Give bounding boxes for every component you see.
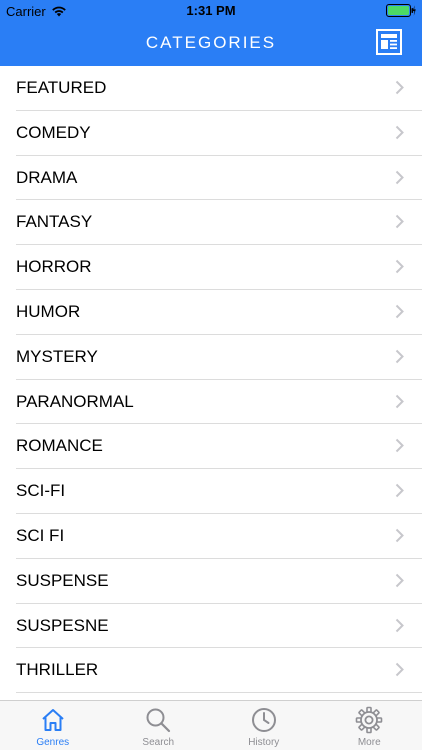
tab-history[interactable]: History (211, 701, 317, 750)
tab-more[interactable]: More (317, 701, 422, 750)
status-bar: Carrier 1:31 PM (0, 0, 422, 22)
chevron-right-icon (395, 304, 404, 319)
category-label: FANTASY (16, 212, 93, 232)
category-list: FEATURED COMEDY DRAMA FANTASY HORROR HUMOR MYS… (0, 66, 422, 700)
category-label: THRILLER (16, 660, 99, 680)
chevron-right-icon (395, 349, 404, 363)
category-label: ROMANCE (16, 436, 103, 456)
search-icon (146, 708, 171, 733)
category-row[interactable]: PARANORMAL (0, 380, 422, 425)
chevron-right-icon (395, 215, 404, 229)
category-row[interactable]: FEATURED (0, 66, 422, 111)
category-row[interactable]: THRILLER (0, 648, 422, 693)
chevron-right-icon (395, 170, 404, 184)
category-label: SCI-FI (16, 481, 66, 501)
category-row[interactable]: SCI-FI (0, 469, 422, 514)
clock-icon (251, 708, 276, 732)
category-row[interactable]: SCI FI (0, 514, 422, 559)
tab-label: Genres (36, 737, 70, 748)
category-row[interactable]: DRAMA (0, 156, 422, 201)
tab-label: History (248, 737, 280, 748)
page-title: CATEGORIES (145, 33, 277, 52)
chevron-right-icon (395, 439, 404, 453)
category-row[interactable]: ROMANCE (0, 424, 422, 469)
nav-bar: CATEGORIES (0, 22, 422, 66)
category-label: COMEDY (16, 122, 91, 142)
chevron-right-icon (395, 125, 404, 140)
status-right (386, 4, 416, 17)
chevron-right-icon (395, 483, 404, 498)
category-row[interactable]: HORROR (0, 245, 422, 290)
chevron-right-icon (395, 573, 404, 587)
tab-search[interactable]: Search (106, 701, 212, 750)
battery-icon (386, 4, 416, 17)
chevron-right-icon (395, 528, 404, 543)
chevron-right-icon (395, 259, 404, 274)
category-label: DRAMA (16, 167, 78, 187)
category-label: MYSTERY (16, 346, 98, 366)
tab-genres[interactable]: Genres (0, 701, 106, 750)
tab-bar: Genres Search History More (0, 700, 422, 750)
category-label: FEATURED (16, 78, 107, 97)
category-row[interactable]: MYSTERY (0, 335, 422, 380)
chevron-right-icon (395, 618, 404, 632)
status-time: 1:31 PM (186, 3, 236, 18)
chevron-right-icon (395, 80, 404, 95)
top-bar: Carrier 1:31 PM CATEGORIES (0, 0, 422, 66)
chevron-right-icon (395, 663, 404, 677)
category-row[interactable]: FANTASY (0, 200, 422, 245)
category-label: SCI FI (16, 525, 65, 545)
category-label: HORROR (16, 257, 92, 277)
category-row[interactable]: SUSPENSE (0, 559, 422, 604)
chevron-right-icon (395, 394, 404, 408)
category-row[interactable]: SUSPESNE (0, 604, 422, 649)
category-row[interactable]: HUMOR (0, 290, 422, 335)
category-label: HUMOR (16, 301, 81, 321)
tab-label: Search (142, 737, 175, 748)
tab-label: More (357, 737, 381, 748)
app-screen: Carrier 1:31 PM CATEGORIES FEATURED COME… (0, 0, 422, 750)
news-icon[interactable] (376, 29, 402, 55)
category-row[interactable]: COMEDY (0, 111, 422, 156)
category-label: SUSPESNE (16, 615, 109, 635)
category-label: SUSPENSE (16, 570, 109, 590)
category-label: PARANORMAL (16, 391, 134, 411)
gear-icon (355, 706, 383, 734)
home-icon (42, 709, 64, 731)
